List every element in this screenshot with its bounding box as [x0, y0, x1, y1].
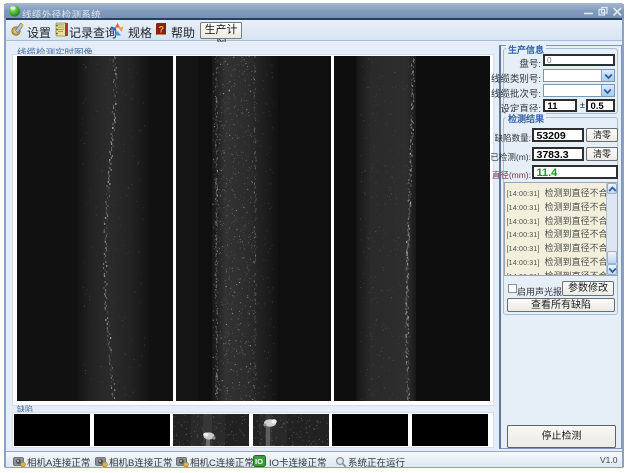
svg-text:?: ? [159, 25, 165, 35]
svg-text:IO: IO [255, 457, 263, 466]
